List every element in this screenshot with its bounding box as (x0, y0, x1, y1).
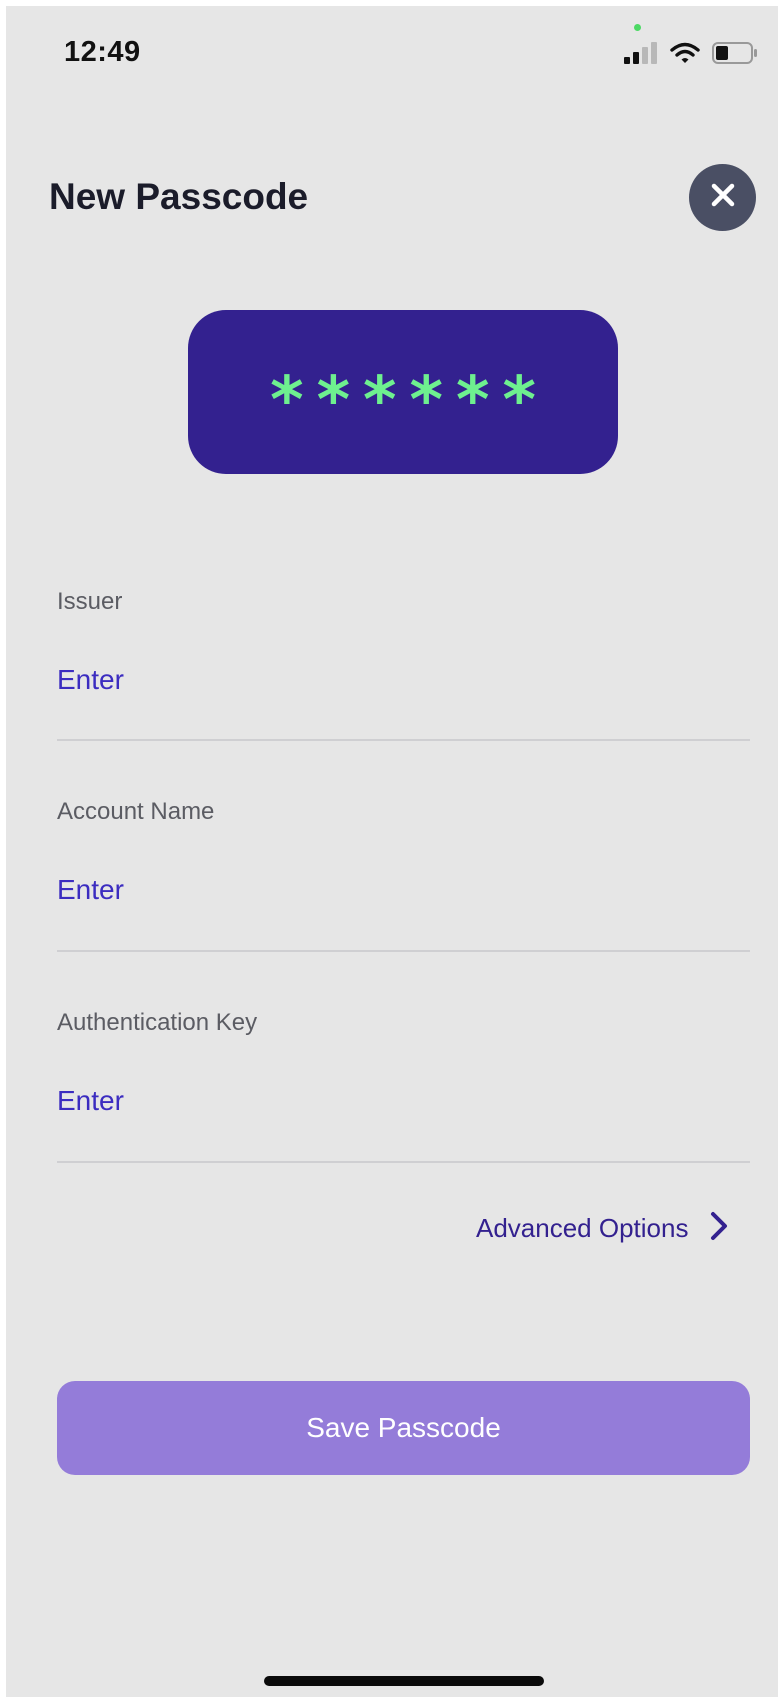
battery-icon (712, 41, 758, 69)
account-name-label: Account Name (57, 798, 215, 825)
page-title: New Passcode (49, 176, 309, 217)
divider (57, 739, 750, 741)
status-icons (624, 40, 758, 70)
save-passcode-button[interactable]: Save Passcode (57, 1381, 750, 1475)
camera-indicator-dot (634, 24, 641, 31)
authentication-key-input[interactable] (57, 1079, 747, 1123)
wifi-icon (670, 42, 700, 69)
advanced-options-label: Advanced Options (476, 1212, 689, 1243)
screen: 12:49 New Passcode ****** Issuer Enter A… (0, 0, 782, 1697)
save-passcode-label: Save Passcode (306, 1412, 501, 1443)
passcode-value: ****** (270, 364, 549, 438)
advanced-options-link[interactable]: Advanced Options (476, 1208, 728, 1248)
app-window: 12:49 New Passcode ****** Issuer Enter A… (6, 6, 778, 1697)
home-indicator (264, 1676, 544, 1686)
divider (57, 950, 750, 952)
cellular-signal-icon (624, 41, 658, 69)
chevron-right-icon (710, 1211, 728, 1246)
passcode-display: ****** (188, 310, 618, 474)
divider (57, 1161, 750, 1163)
issuer-input[interactable] (57, 658, 747, 702)
close-icon (710, 182, 736, 213)
account-name-input[interactable] (57, 868, 747, 912)
status-time: 12:49 (64, 36, 141, 68)
issuer-label: Issuer (57, 588, 123, 615)
close-button[interactable] (689, 164, 756, 231)
authentication-key-label: Authentication Key (57, 1009, 258, 1036)
